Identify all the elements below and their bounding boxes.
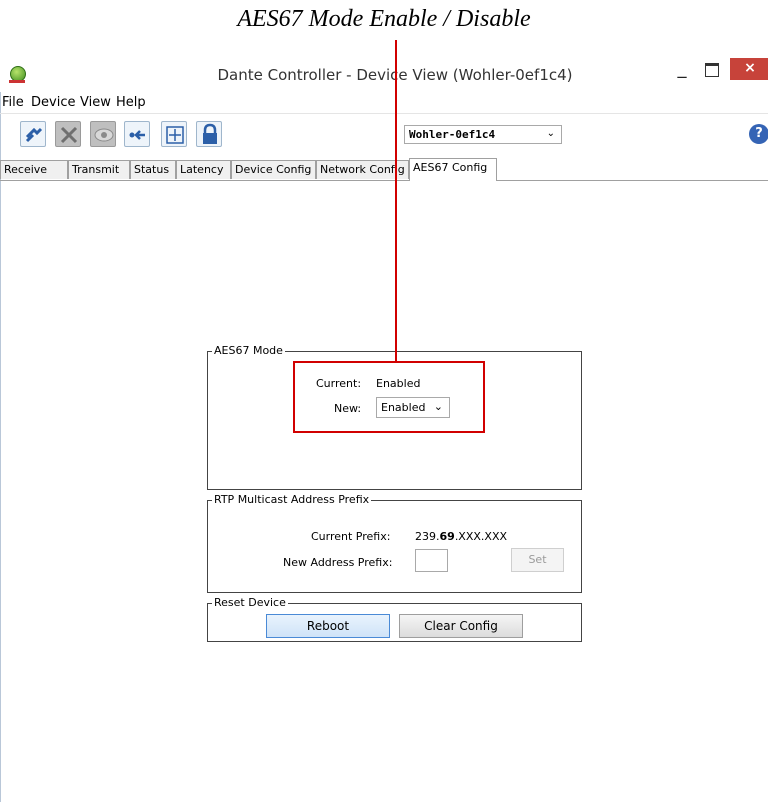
close-button[interactable]: × xyxy=(730,58,768,80)
rtp-prefix-legend: RTP Multicast Address Prefix xyxy=(212,493,372,506)
reset-device-group: Reset Device xyxy=(207,596,582,642)
reset-device-legend: Reset Device xyxy=(212,596,288,609)
network-view-button[interactable] xyxy=(55,121,81,147)
eye-icon xyxy=(94,128,114,142)
add-icon xyxy=(166,126,184,144)
tab-bar: Receive Transmit Status Latency Device C… xyxy=(0,158,768,181)
tab-status[interactable]: Status xyxy=(130,160,176,179)
tab-transmit[interactable]: Transmit xyxy=(68,160,130,179)
reboot-button[interactable]: Reboot xyxy=(266,614,390,638)
help-icon[interactable]: ? xyxy=(749,124,768,144)
clear-config-button[interactable]: Clear Config xyxy=(399,614,523,638)
tab-device-config[interactable]: Device Config xyxy=(231,160,316,179)
current-prefix-value: 239.69.XXX.XXX xyxy=(415,530,508,543)
menu-view[interactable]: View xyxy=(80,95,111,110)
annotation-pointer-line xyxy=(395,40,397,363)
network-icon xyxy=(60,126,78,144)
refresh-button[interactable] xyxy=(20,121,46,147)
annotation-highlight-box xyxy=(293,361,485,433)
tab-receive[interactable]: Receive xyxy=(0,160,68,179)
window-title: Dante Controller - Device View (Wohler-0… xyxy=(217,66,573,84)
menu-bar: File Device View Help xyxy=(0,93,768,114)
maximize-icon xyxy=(705,63,719,77)
current-prefix-label: Current Prefix: xyxy=(311,530,391,543)
new-prefix-label: New Address Prefix: xyxy=(283,556,393,569)
device-select-value: Wohler-0ef1c4 xyxy=(409,128,496,141)
refresh-icon xyxy=(25,127,43,143)
menu-help[interactable]: Help xyxy=(116,95,146,110)
rtp-prefix-group: RTP Multicast Address Prefix xyxy=(207,493,582,593)
device-select[interactable]: Wohler-0ef1c4 ⌄ xyxy=(404,125,562,144)
menu-file[interactable]: File xyxy=(2,95,24,110)
menu-device[interactable]: Device xyxy=(31,95,75,110)
maximize-button[interactable] xyxy=(700,62,724,82)
lock-icon xyxy=(203,123,217,144)
set-button[interactable]: Set xyxy=(511,548,564,572)
aes67-mode-legend: AES67 Mode xyxy=(212,344,285,357)
annotation-title: AES67 Mode Enable / Disable xyxy=(237,6,531,32)
tab-aes67-config[interactable]: AES67 Config xyxy=(409,158,497,181)
minimize-button[interactable]: _ xyxy=(670,60,694,82)
new-prefix-input[interactable] xyxy=(415,549,448,572)
connect-icon xyxy=(129,130,145,140)
event-log-button[interactable] xyxy=(90,121,116,147)
lock-button[interactable] xyxy=(196,121,222,147)
connect-button[interactable] xyxy=(124,121,150,147)
add-button[interactable] xyxy=(161,121,187,147)
toolbar xyxy=(0,114,768,152)
chevron-down-icon: ⌄ xyxy=(546,128,555,139)
tab-latency[interactable]: Latency xyxy=(176,160,231,179)
